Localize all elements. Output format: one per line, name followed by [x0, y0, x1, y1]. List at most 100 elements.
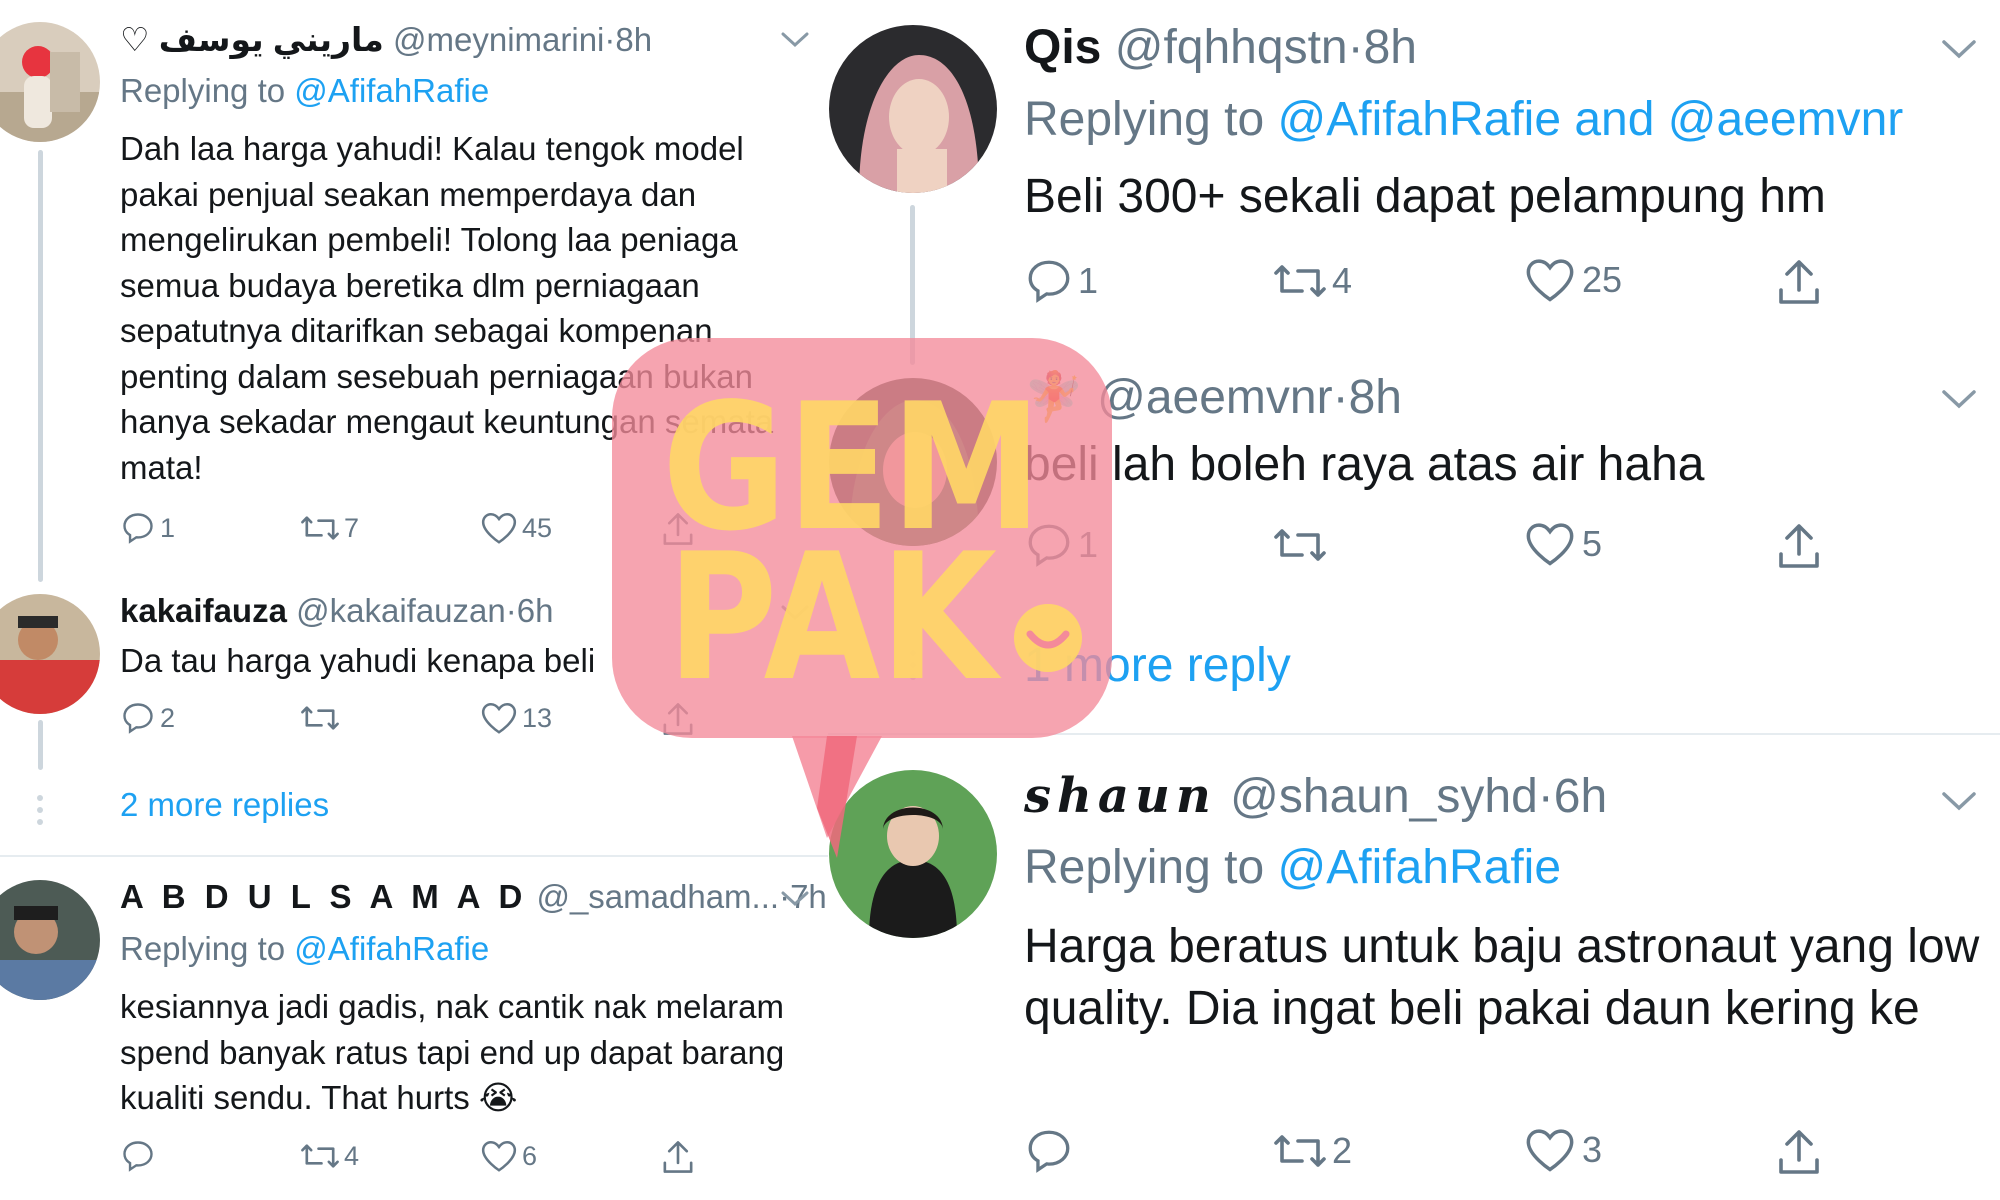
username[interactable]: @aeemvnr [1097, 371, 1332, 424]
share-button[interactable] [1774, 256, 1824, 308]
chevron-down-icon[interactable] [1941, 790, 1977, 812]
share-button[interactable] [1774, 520, 1824, 572]
like-button[interactable]: 13 [480, 700, 552, 736]
reply-icon [123, 1141, 153, 1172]
reply-button[interactable]: 1 [1024, 520, 1098, 570]
reply-icon [123, 513, 153, 544]
retweet-button[interactable] [1270, 520, 1330, 570]
right-screenshot-panel: Qis @fqhhqstn·8h Replying to @AfifahRafi… [828, 0, 2000, 1200]
reply-button[interactable]: 1 [1024, 256, 1098, 306]
retweet-button[interactable]: 2 [1270, 1126, 1352, 1176]
avatar[interactable] [0, 880, 100, 1000]
avatar[interactable] [829, 25, 997, 193]
tweet-actions: 2 3 [1024, 1126, 1904, 1176]
chevron-down-icon[interactable] [1941, 388, 1977, 410]
retweet-button[interactable]: 7 [298, 510, 359, 546]
reply-icon [1028, 1130, 1070, 1173]
reply-count: 1 [160, 512, 176, 543]
replying-to-label: Replying to [120, 72, 286, 109]
avatar[interactable] [0, 594, 100, 714]
reply-button[interactable] [1024, 1126, 1074, 1176]
retweet-count: 4 [344, 1140, 360, 1171]
retweet-icon [301, 516, 339, 540]
display-name[interactable]: A B D U L S A M A D [120, 878, 527, 915]
username[interactable]: @shaun_syhd [1230, 770, 1538, 823]
share-button[interactable] [660, 700, 696, 738]
like-count: 6 [522, 1140, 538, 1171]
avatar[interactable] [829, 770, 997, 938]
timestamp[interactable]: 8h [1349, 371, 1402, 424]
reply-button[interactable] [120, 1138, 156, 1174]
reply-icon [123, 703, 153, 734]
like-button[interactable]: 5 [1524, 520, 1602, 568]
chevron-down-icon[interactable] [781, 890, 809, 908]
timestamp[interactable]: 8h [1364, 21, 1417, 74]
chevron-down-icon[interactable] [781, 31, 809, 49]
share-button[interactable] [660, 510, 696, 548]
replying-to-label: Replying to [1024, 841, 1265, 894]
tweet-shaun-syhd[interactable]: shaun @shaun_syhd·6h Replying to @Afifah… [828, 740, 2000, 1200]
tweet-actions: 1 7 45 [120, 510, 720, 550]
tweet-actions: 4 6 [120, 1138, 720, 1178]
mention-link[interactable]: @AfifahRafie [294, 930, 489, 967]
username[interactable]: @meynimarini [393, 21, 604, 58]
retweet-button[interactable]: 4 [1270, 256, 1352, 306]
share-icon [663, 1141, 693, 1173]
heart-icon [481, 702, 517, 734]
tweet-actions: 1 5 [1024, 520, 1904, 570]
mention-link[interactable]: @AfifahRafie [1277, 841, 1561, 894]
more-replies-link[interactable]: 1 more reply [1024, 638, 1291, 693]
share-button[interactable] [660, 1138, 696, 1176]
like-button[interactable]: 45 [480, 510, 552, 546]
retweet-icon [301, 1144, 339, 1168]
tweet-fqhhqstn[interactable]: Qis @fqhhqstn·8h Replying to @AfifahRafi… [828, 0, 2000, 340]
tweet-meynimarini[interactable]: ماريني يوسف ♡ @meynimarini·8h Replying t… [0, 0, 828, 580]
avatar[interactable] [829, 378, 997, 546]
separator-dot: · [1347, 21, 1364, 74]
tweet-kakaifauzan[interactable]: kakaifauza @kakaifauzan·6h Da tau harga … [0, 580, 828, 760]
divider [828, 733, 2000, 735]
tweet-text: Harga beratus untuk baju astronaut yang … [1024, 920, 1980, 1035]
avatar[interactable] [0, 22, 100, 142]
thread-more-dots [37, 795, 43, 831]
chevron-down-icon[interactable] [1941, 38, 1977, 60]
like-button[interactable]: 6 [480, 1138, 537, 1174]
display-name[interactable]: shaun [1024, 768, 1217, 824]
retweet-button[interactable]: 4 [298, 1138, 359, 1174]
reply-button[interactable]: 2 [120, 700, 175, 736]
retweet-button[interactable] [298, 700, 342, 736]
username[interactable]: @_samadham... [536, 878, 779, 915]
heart-icon [1526, 259, 1574, 302]
retweet-count: 4 [1332, 260, 1353, 301]
more-replies-link[interactable]: 2 more replies [120, 786, 329, 824]
display-name[interactable]: kakaifauza [120, 592, 287, 629]
username[interactable]: @fqhhqstn [1115, 21, 1348, 74]
replying-to-label: Replying to [1024, 93, 1265, 146]
username[interactable]: @kakaifauzan [296, 592, 506, 629]
chevron-down-icon[interactable] [781, 604, 809, 622]
like-button[interactable]: 25 [1524, 256, 1622, 304]
display-name[interactable]: Qis [1024, 21, 1101, 74]
reply-count: 1 [1078, 524, 1099, 565]
reply-count: 2 [160, 702, 176, 733]
tweet-header: ماريني يوسف ♡ @meynimarini·8h [120, 20, 652, 59]
mention-link[interactable]: @AfifahRafie [294, 72, 489, 109]
separator-dot: · [505, 592, 517, 629]
replying-to-label: Replying to [120, 930, 286, 967]
timestamp[interactable]: 6h [1554, 770, 1607, 823]
like-button[interactable]: 3 [1524, 1126, 1602, 1174]
separator-dot: · [1332, 371, 1349, 424]
timestamp[interactable]: 6h [517, 592, 554, 629]
tweet-actions: 2 13 [120, 700, 720, 740]
display-name[interactable]: ماريني يوسف ♡ [120, 21, 384, 58]
share-button[interactable] [1774, 1126, 1824, 1178]
reply-button[interactable]: 1 [120, 510, 175, 546]
tweet-text: Beli 300+ sekali dapat pelampung hm [1024, 170, 1826, 223]
mention-link[interactable]: @AfifahRafie and @aeemvnr [1277, 93, 1903, 146]
tweet-aeemvnr[interactable]: 🧚 @aeemvnr·8h beli lah boleh raya atas a… [828, 350, 2000, 600]
separator-dot: · [604, 21, 616, 58]
tweet-text: Da tau harga yahudi kenapa beli [120, 642, 596, 679]
timestamp[interactable]: 8h [615, 21, 652, 58]
display-name[interactable]: 🧚 [1024, 371, 1084, 424]
tweet-samadham[interactable]: A B D U L S A M A D @_samadham...·7h Rep… [0, 860, 828, 1200]
